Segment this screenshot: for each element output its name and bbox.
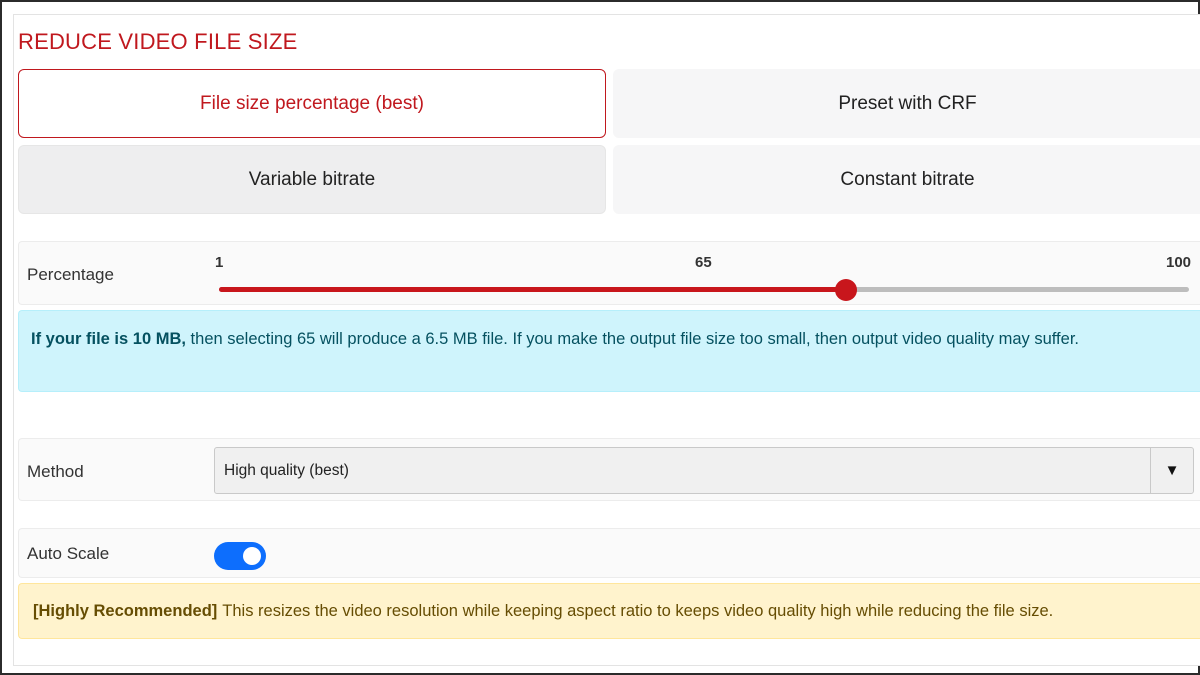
percentage-info-alert: If your file is 10 MB, then selecting 65… bbox=[18, 310, 1200, 392]
chevron-down-icon[interactable]: ▼ bbox=[1150, 448, 1193, 493]
percentage-label: Percentage bbox=[27, 265, 114, 284]
mode-variable-bitrate-button[interactable]: Variable bitrate bbox=[18, 145, 606, 214]
method-label: Method bbox=[27, 462, 84, 481]
slider-thumb[interactable] bbox=[835, 279, 858, 301]
recommendation-text: This resizes the video resolution while … bbox=[222, 601, 1054, 620]
info-bold-text: If your file is 10 MB, bbox=[31, 330, 186, 348]
toggle-knob bbox=[243, 547, 261, 565]
auto-scale-toggle[interactable] bbox=[214, 542, 266, 570]
slider-min-label: 1 bbox=[215, 254, 224, 271]
mode-constant-bitrate-button[interactable]: Constant bitrate bbox=[613, 145, 1200, 214]
percentage-row: Percentage 1 65 100 bbox=[18, 241, 1200, 305]
slider-fill bbox=[219, 287, 847, 292]
method-select[interactable]: High quality (best) ▼ bbox=[214, 447, 1194, 494]
percentage-slider[interactable] bbox=[219, 279, 1189, 301]
section-title: REDUCE VIDEO FILE SIZE bbox=[18, 29, 298, 54]
mode-file-size-percentage-button[interactable]: File size percentage (best) bbox=[18, 69, 606, 138]
mode-preset-crf-button[interactable]: Preset with CRF bbox=[613, 69, 1200, 138]
auto-scale-row: Auto Scale bbox=[18, 528, 1200, 578]
slider-value-label: 65 bbox=[695, 254, 712, 271]
method-selected-value: High quality (best) bbox=[224, 461, 349, 479]
auto-scale-label: Auto Scale bbox=[27, 544, 110, 563]
recommendation-alert: [Highly Recommended] This resizes the vid… bbox=[18, 583, 1200, 639]
method-row: Method High quality (best) ▼ bbox=[18, 438, 1200, 501]
recommendation-bold-text: [Highly Recommended] bbox=[33, 601, 218, 620]
info-text: then selecting 65 will produce a 6.5 MB … bbox=[185, 330, 1079, 348]
slider-max-label: 100 bbox=[1166, 254, 1192, 271]
